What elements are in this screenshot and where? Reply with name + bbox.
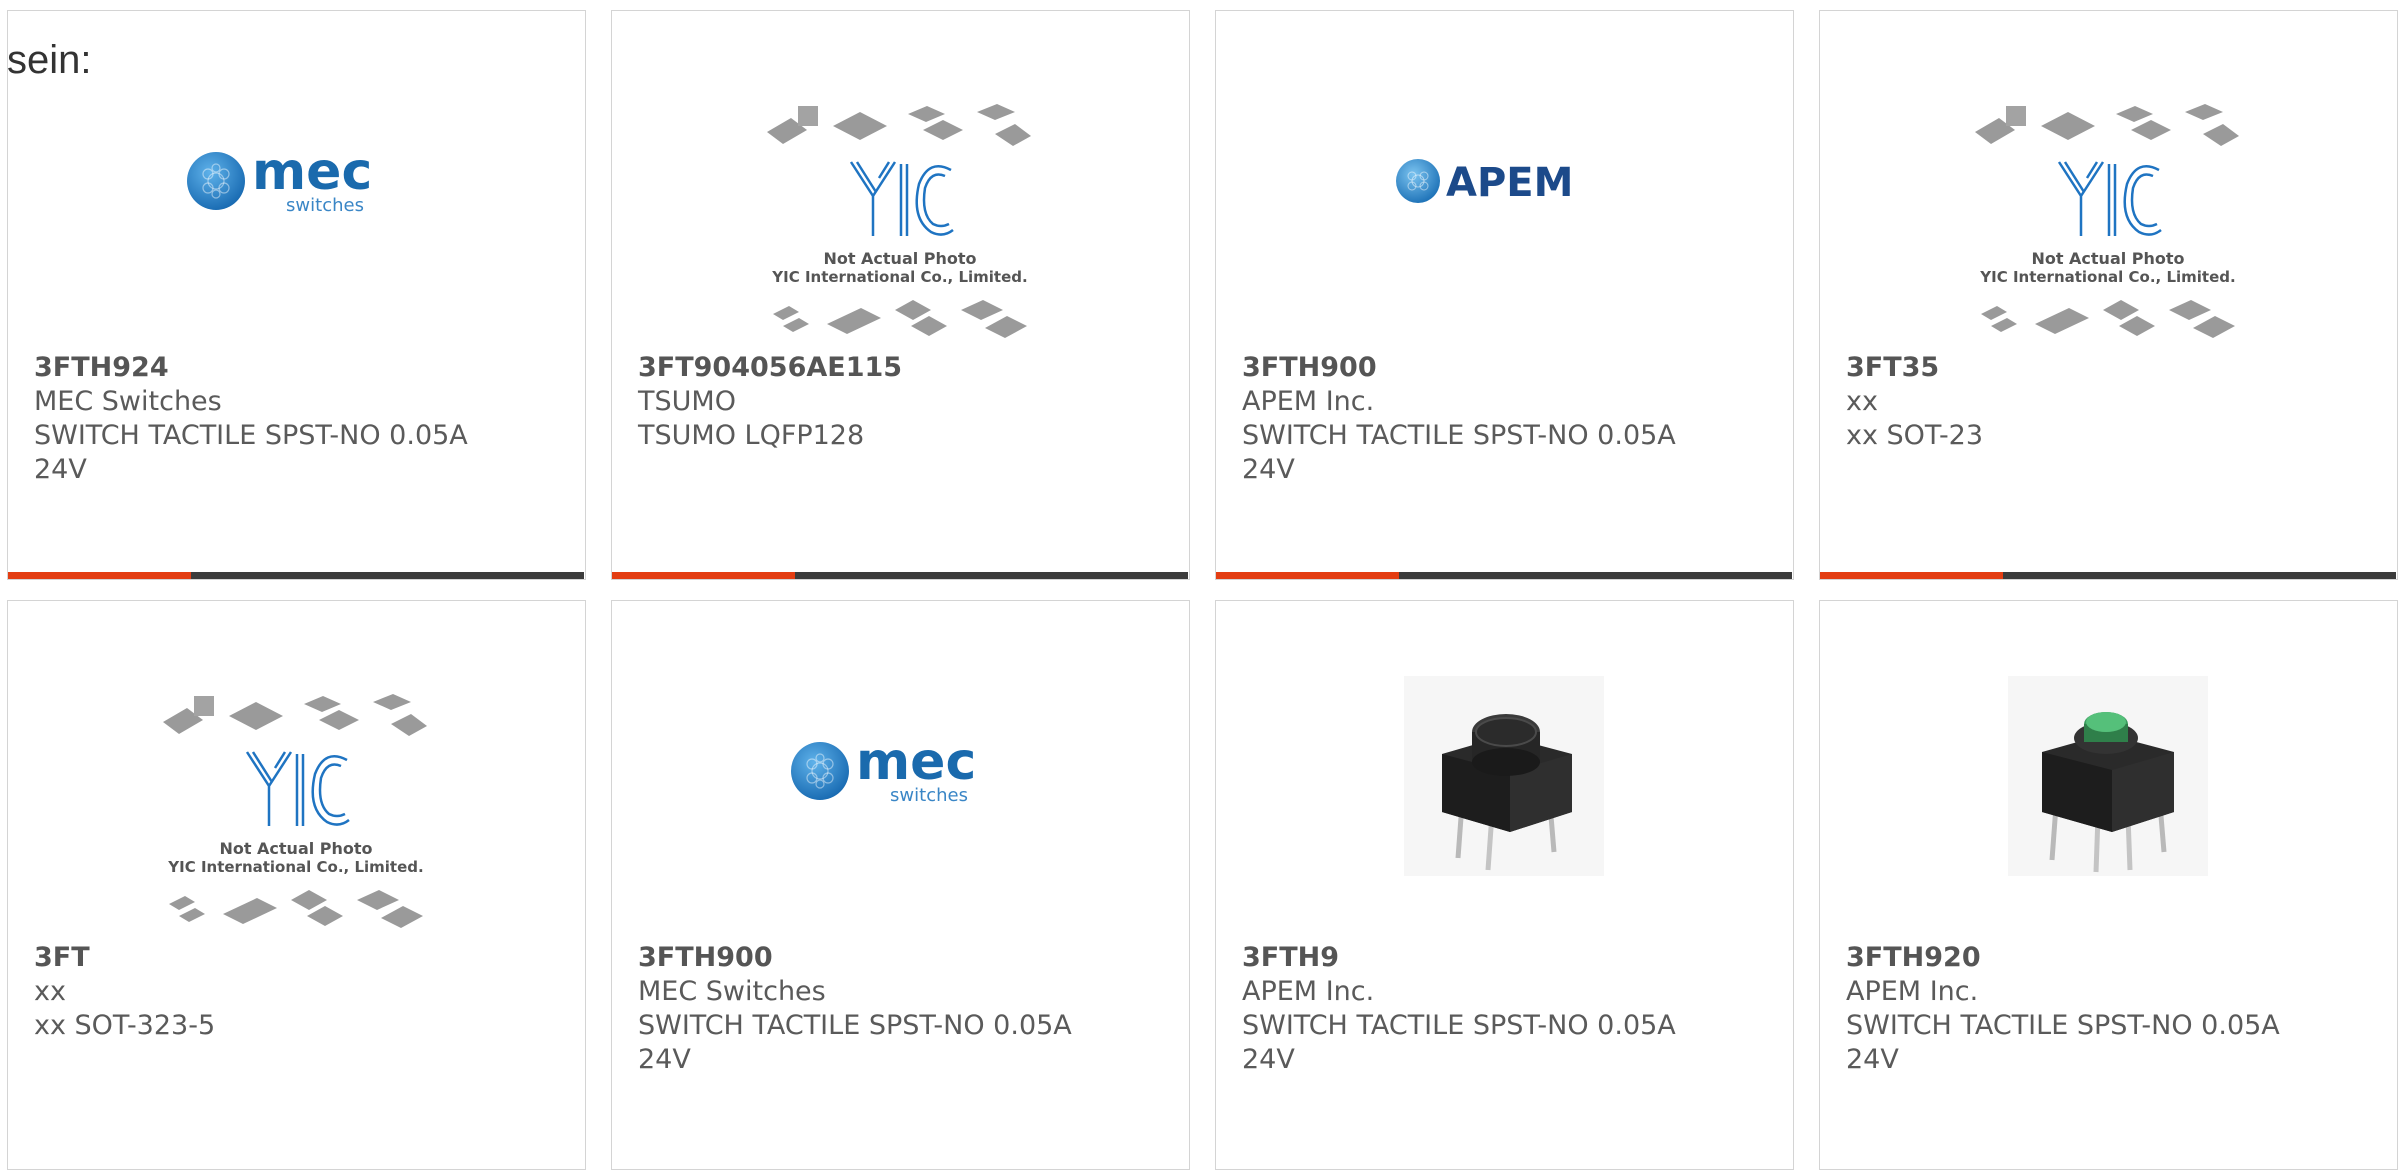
manufacturer: APEM Inc. bbox=[1846, 976, 1979, 1007]
product-info: 3FTH924 MEC Switches SWITCH TACTILE SPST… bbox=[34, 351, 565, 487]
svg-text:mec: mec bbox=[252, 142, 372, 202]
description-line2: 24V bbox=[638, 1044, 691, 1075]
card-bottom-bar bbox=[612, 572, 1188, 579]
part-number[interactable]: 3FT904056AE115 bbox=[638, 351, 1169, 385]
product-info: 3FTH920 APEM Inc. SWITCH TACTILE SPST-NO… bbox=[1846, 941, 2377, 1077]
product-card[interactable]: APEM 3FTH900 APEM Inc. SWITCH TACTILE SP… bbox=[1215, 10, 1794, 580]
svg-text:Not Actual Photo: Not Actual Photo bbox=[2031, 249, 2184, 268]
description: SWITCH TACTILE SPST-NO 0.05A bbox=[638, 1010, 1072, 1041]
intro-text: sein: bbox=[7, 38, 92, 82]
manufacturer: APEM Inc. bbox=[1242, 386, 1375, 417]
svg-text:YIC International Co., Limited: YIC International Co., Limited. bbox=[167, 858, 423, 876]
description-line2: 24V bbox=[1846, 1044, 1899, 1075]
description-line2: 24V bbox=[34, 454, 87, 485]
part-number[interactable]: 3FT35 bbox=[1846, 351, 2377, 385]
yic-placeholder-image: Not Actual Photo YIC International Co., … bbox=[767, 104, 1031, 338]
product-info: 3FT35 xx xx SOT-23 bbox=[1846, 351, 2377, 453]
description: TSUMO LQFP128 bbox=[638, 420, 865, 451]
product-card[interactable]: Not Actual Photo YIC International Co., … bbox=[1819, 10, 2398, 580]
svg-text:APEM: APEM bbox=[1446, 160, 1573, 206]
description: SWITCH TACTILE SPST-NO 0.05A bbox=[1846, 1010, 2280, 1041]
product-card[interactable]: 3FTH920 APEM Inc. SWITCH TACTILE SPST-NO… bbox=[1819, 600, 2398, 1170]
product-info: 3FTH900 APEM Inc. SWITCH TACTILE SPST-NO… bbox=[1242, 351, 1773, 487]
black-tactile-switch-photo bbox=[1404, 676, 1604, 876]
card-bottom-bar bbox=[8, 572, 584, 579]
green-tactile-switch-photo bbox=[2008, 676, 2208, 876]
description: SWITCH TACTILE SPST-NO 0.05A bbox=[1242, 1010, 1676, 1041]
description: SWITCH TACTILE SPST-NO 0.05A bbox=[34, 420, 468, 451]
svg-text:YIC International Co., Limited: YIC International Co., Limited. bbox=[771, 268, 1027, 286]
product-info: 3FTH900 MEC Switches SWITCH TACTILE SPST… bbox=[638, 941, 1169, 1077]
description-line2: 24V bbox=[1242, 454, 1295, 485]
product-info: 3FTH9 APEM Inc. SWITCH TACTILE SPST-NO 0… bbox=[1242, 941, 1773, 1077]
part-number[interactable]: 3FTH900 bbox=[1242, 351, 1773, 385]
product-card[interactable]: Not Actual Photo YIC International Co., … bbox=[611, 10, 1190, 580]
part-number[interactable]: 3FTH9 bbox=[1242, 941, 1773, 975]
part-number[interactable]: 3FTH924 bbox=[34, 351, 565, 385]
part-number[interactable]: 3FT bbox=[34, 941, 565, 975]
card-bottom-bar bbox=[1820, 572, 2396, 579]
description: SWITCH TACTILE SPST-NO 0.05A bbox=[1242, 420, 1676, 451]
product-image[interactable]: Not Actual Photo YIC International Co., … bbox=[1820, 99, 2396, 349]
svg-text:switches: switches bbox=[286, 195, 364, 216]
product-image[interactable]: mec switches bbox=[8, 81, 584, 281]
part-number[interactable]: 3FTH920 bbox=[1846, 941, 2377, 975]
manufacturer: TSUMO bbox=[638, 386, 736, 417]
manufacturer: MEC Switches bbox=[638, 976, 826, 1007]
product-card[interactable]: mec switches 3FTH924 MEC Switches SWITCH… bbox=[7, 10, 586, 580]
product-info: 3FT xx xx SOT-323-5 bbox=[34, 941, 565, 1043]
product-image[interactable]: Not Actual Photo YIC International Co., … bbox=[8, 689, 584, 939]
part-number[interactable]: 3FTH900 bbox=[638, 941, 1169, 975]
description: xx SOT-323-5 bbox=[34, 1010, 216, 1041]
svg-text:switches: switches bbox=[890, 785, 968, 806]
svg-text:YIC International Co., Limited: YIC International Co., Limited. bbox=[1979, 268, 2235, 286]
mec-logo: mec switches bbox=[791, 732, 976, 806]
product-image[interactable] bbox=[1820, 671, 2396, 881]
apem-logo: APEM bbox=[1396, 159, 1573, 206]
manufacturer: APEM Inc. bbox=[1242, 976, 1375, 1007]
product-image[interactable]: APEM bbox=[1216, 81, 1792, 281]
description: xx SOT-23 bbox=[1846, 420, 1984, 451]
product-info: 3FT904056AE115 TSUMO TSUMO LQFP128 bbox=[638, 351, 1169, 453]
manufacturer: xx bbox=[34, 976, 66, 1007]
product-image[interactable] bbox=[1216, 671, 1792, 881]
svg-text:Not Actual Photo: Not Actual Photo bbox=[219, 839, 372, 858]
yic-placeholder-image: Not Actual Photo YIC International Co., … bbox=[163, 694, 427, 928]
svg-text:mec: mec bbox=[856, 732, 976, 792]
product-card[interactable]: 3FTH9 APEM Inc. SWITCH TACTILE SPST-NO 0… bbox=[1215, 600, 1794, 1170]
manufacturer: MEC Switches bbox=[34, 386, 222, 417]
product-card[interactable]: mec switches 3FTH900 MEC Switches SWITCH… bbox=[611, 600, 1190, 1170]
svg-text:Not Actual Photo: Not Actual Photo bbox=[823, 249, 976, 268]
description-line2: 24V bbox=[1242, 1044, 1295, 1075]
product-image[interactable]: Not Actual Photo YIC International Co., … bbox=[612, 99, 1188, 349]
product-image[interactable]: mec switches bbox=[612, 671, 1188, 871]
card-bottom-bar bbox=[1216, 572, 1792, 579]
product-card[interactable]: Not Actual Photo YIC International Co., … bbox=[7, 600, 586, 1170]
mec-logo: mec switches bbox=[187, 142, 372, 216]
yic-placeholder-image: Not Actual Photo YIC International Co., … bbox=[1975, 104, 2239, 338]
manufacturer: xx bbox=[1846, 386, 1878, 417]
